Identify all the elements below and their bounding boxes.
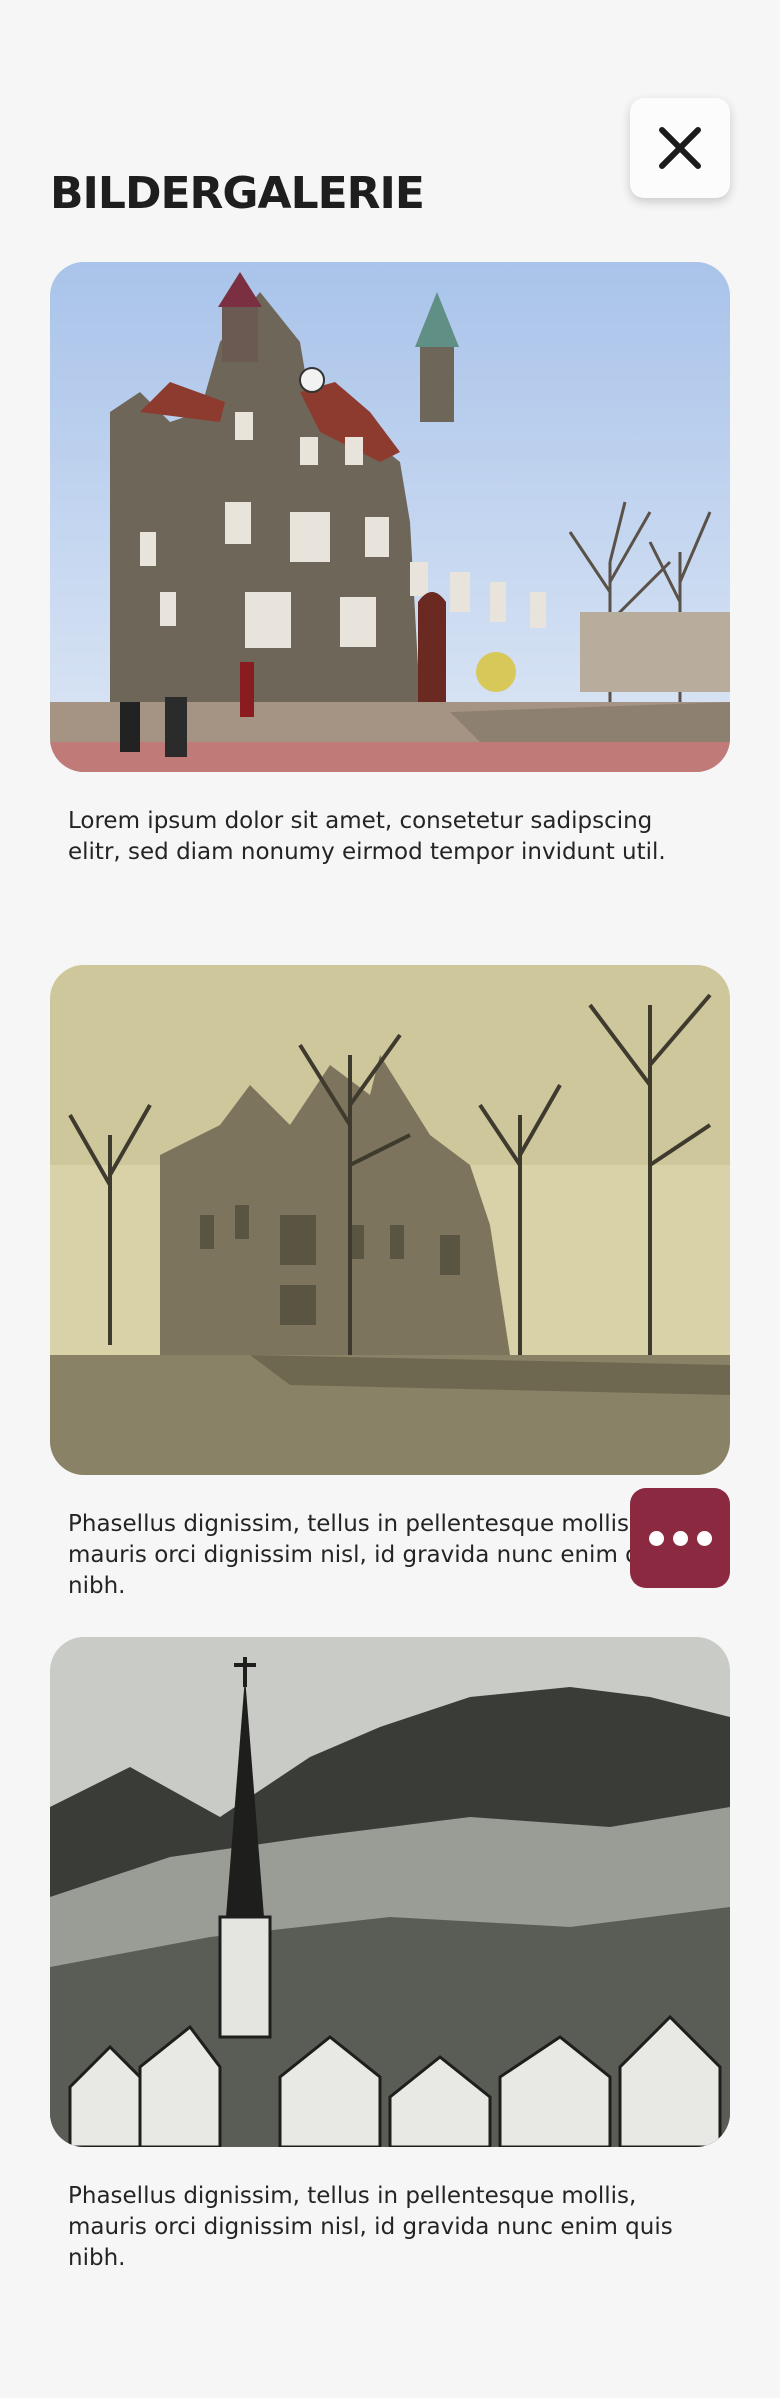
close-icon [659,127,701,169]
gallery-caption-2: Phasellus dignissim, tellus in pellentes… [68,1511,673,1599]
more-options-button[interactable] [630,1488,730,1588]
gallery-image-town-hall-historic[interactable] [50,965,730,1475]
gallery-caption-3: Phasellus dignissim, tellus in pellentes… [68,2183,673,2271]
gallery-image-town-hall-color[interactable] [50,262,730,772]
gallery-caption-1: Lorem ipsum dolor sit amet, consetetur s… [68,808,666,865]
gallery-image-village-engraving[interactable] [50,1637,730,2147]
page-title: BILDERGALERIE [50,168,425,219]
close-button[interactable] [630,98,730,198]
more-horizontal-icon [648,1530,664,1546]
gallery-page: BILDERGALERIE Lorem ipsum dolor sit amet… [0,0,780,2398]
